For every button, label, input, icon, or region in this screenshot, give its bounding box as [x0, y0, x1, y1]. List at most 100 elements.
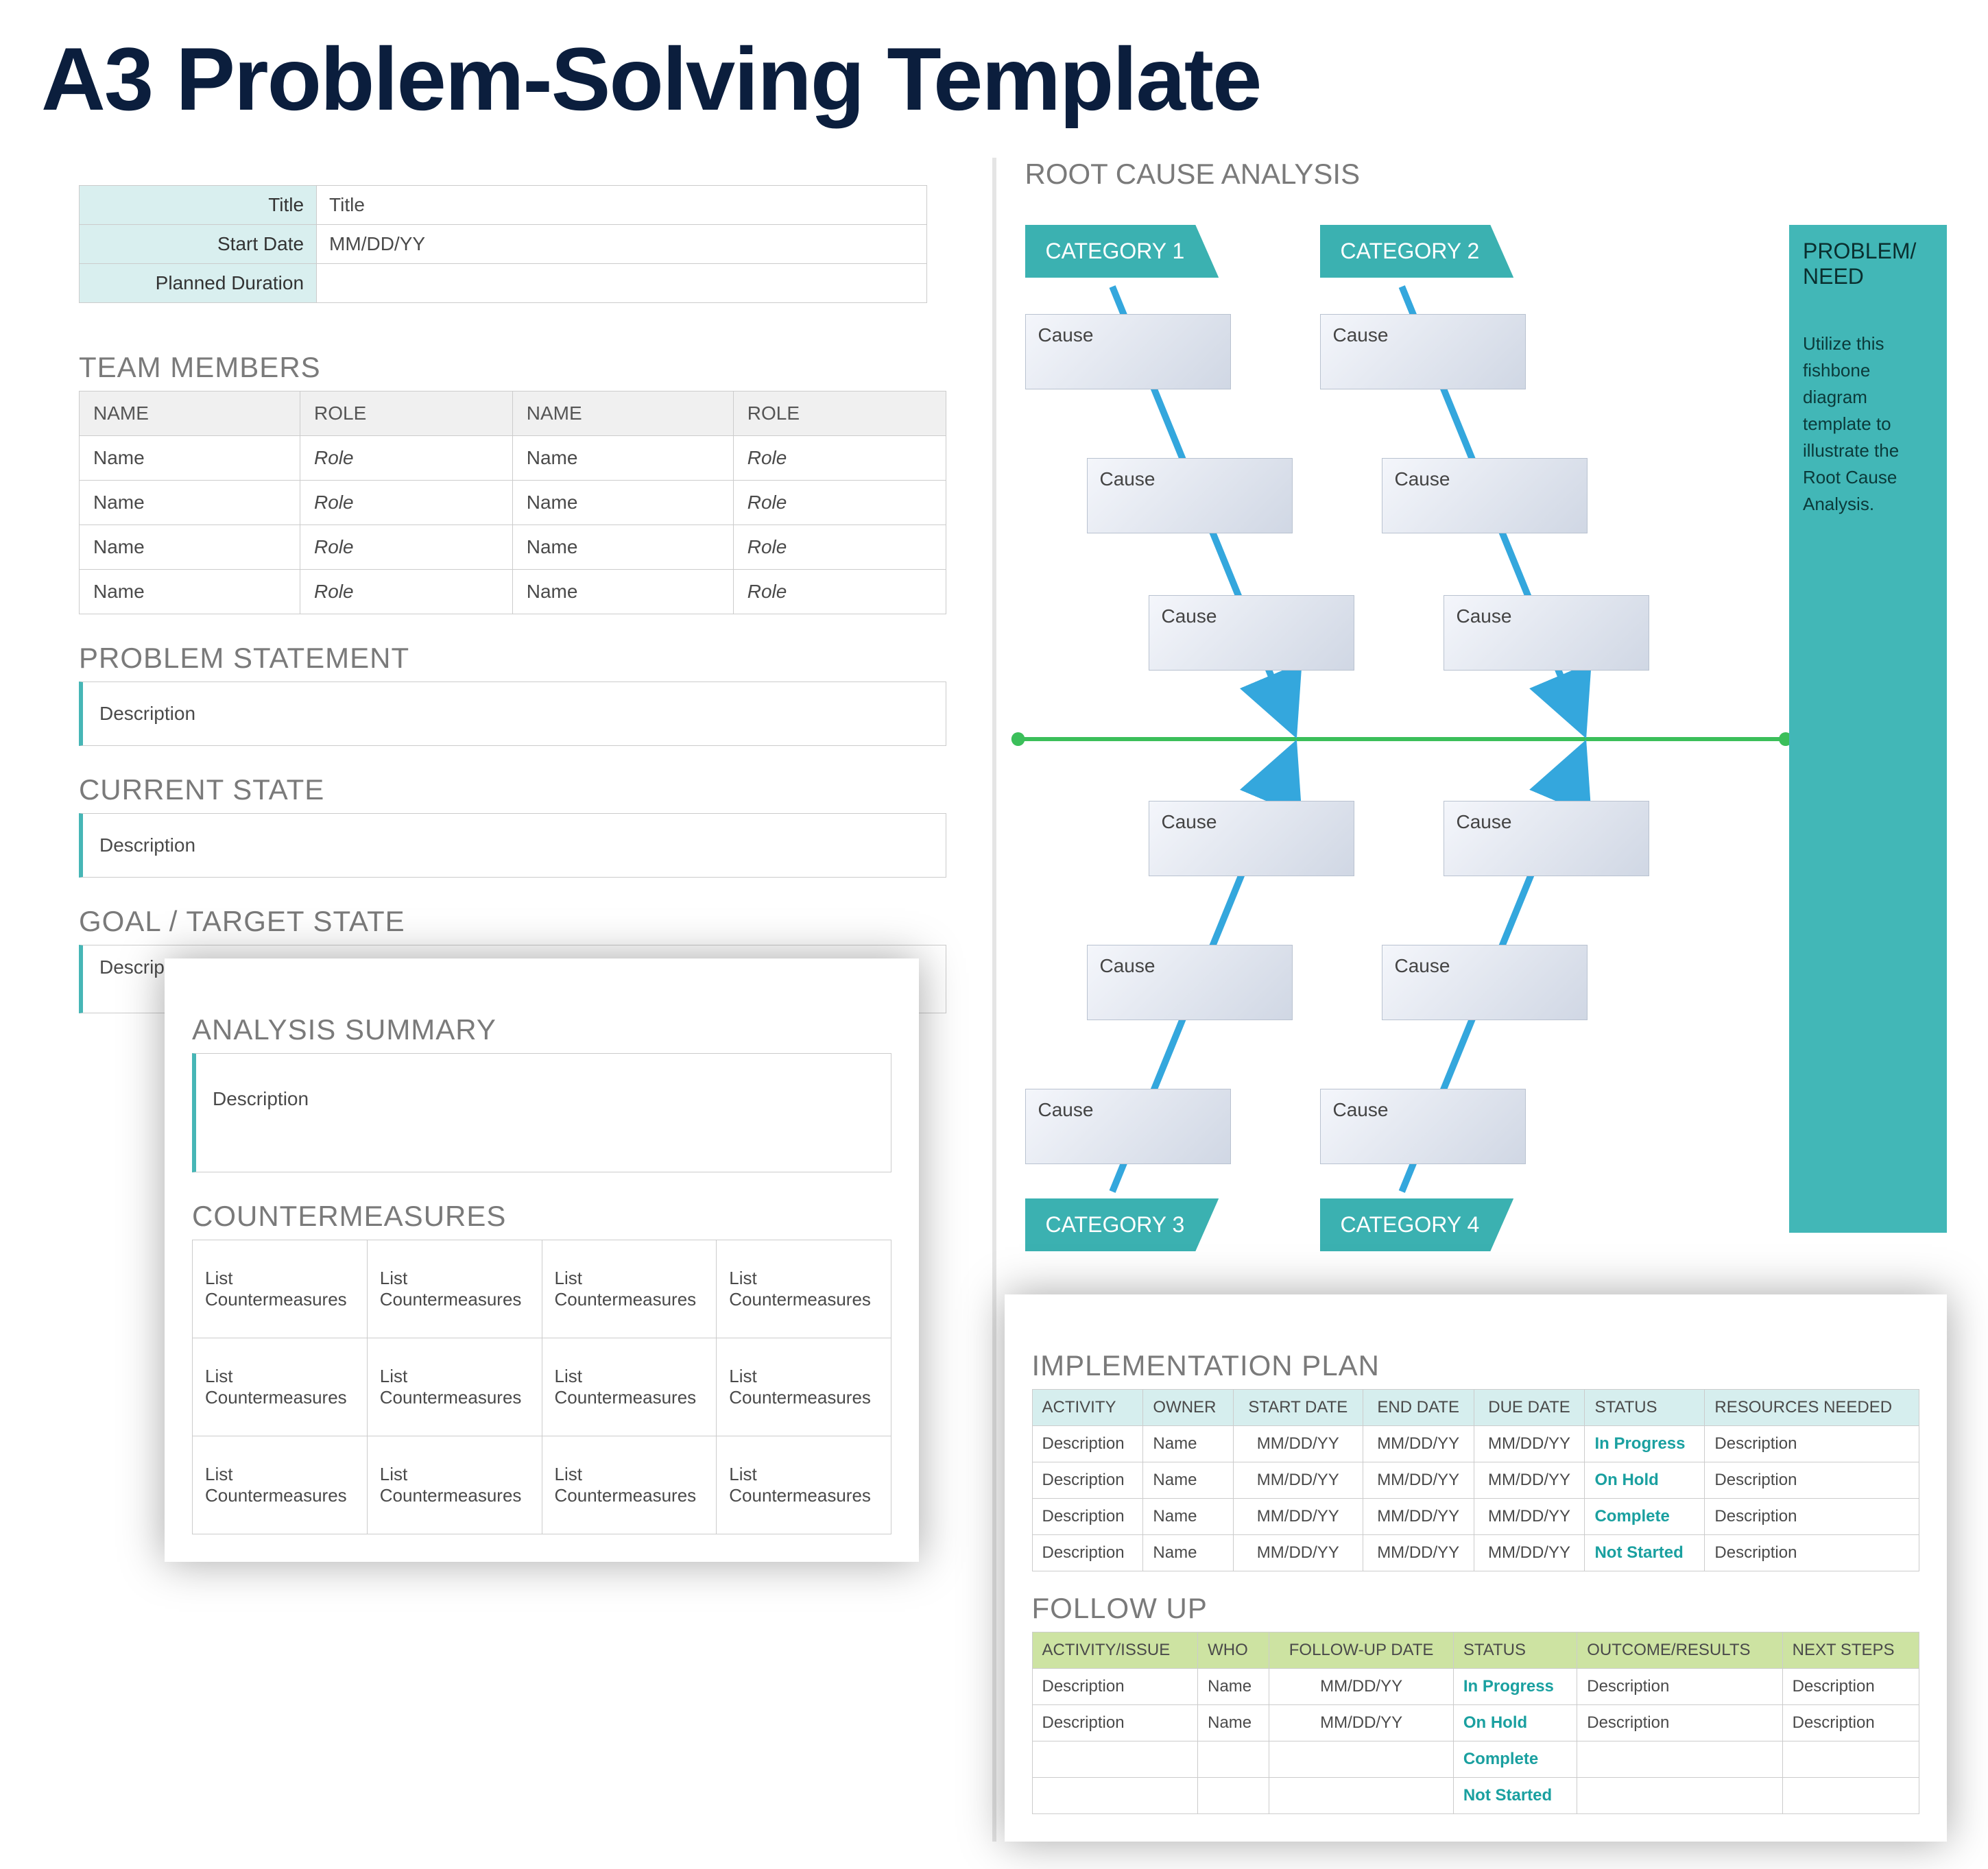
impl-cell[interactable]: Name: [1143, 1499, 1233, 1535]
impl-cell[interactable]: MM/DD/YY: [1363, 1535, 1474, 1571]
impl-cell[interactable]: Description: [1032, 1462, 1143, 1499]
rca-cause-box[interactable]: Cause: [1087, 945, 1293, 1020]
followup-cell[interactable]: [1198, 1741, 1269, 1778]
team-name-cell[interactable]: Name: [79, 525, 300, 570]
impl-cell[interactable]: Description: [1032, 1499, 1143, 1535]
rca-cause-box[interactable]: Cause: [1149, 595, 1354, 671]
rca-category-3[interactable]: CATEGORY 3: [1025, 1198, 1219, 1251]
impl-cell[interactable]: MM/DD/YY: [1363, 1499, 1474, 1535]
followup-cell[interactable]: MM/DD/YY: [1269, 1669, 1454, 1705]
followup-status-cell[interactable]: Complete: [1453, 1741, 1577, 1778]
impl-cell[interactable]: Description: [1032, 1426, 1143, 1462]
team-name-cell[interactable]: Name: [512, 525, 733, 570]
rca-cause-box[interactable]: Cause: [1087, 458, 1293, 533]
followup-cell[interactable]: [1782, 1741, 1919, 1778]
current-description[interactable]: Description: [79, 813, 946, 878]
countermeasure-cell[interactable]: List Countermeasures: [367, 1338, 542, 1436]
rca-cause-box[interactable]: Cause: [1444, 801, 1649, 876]
meta-start-value[interactable]: MM/DD/YY: [317, 225, 927, 264]
rca-cause-box[interactable]: Cause: [1320, 314, 1526, 389]
rca-cause-box[interactable]: Cause: [1444, 595, 1649, 671]
team-role-cell[interactable]: Role: [300, 481, 513, 525]
followup-cell[interactable]: Name: [1198, 1705, 1269, 1741]
followup-status-cell[interactable]: In Progress: [1453, 1669, 1577, 1705]
team-name-cell[interactable]: Name: [512, 436, 733, 481]
followup-cell[interactable]: [1269, 1741, 1454, 1778]
countermeasure-cell[interactable]: List Countermeasures: [717, 1436, 891, 1534]
followup-cell[interactable]: Description: [1782, 1705, 1919, 1741]
team-name-cell[interactable]: Name: [79, 436, 300, 481]
rca-category-1[interactable]: CATEGORY 1: [1025, 225, 1219, 278]
impl-cell[interactable]: Name: [1143, 1462, 1233, 1499]
followup-cell[interactable]: [1577, 1741, 1782, 1778]
impl-cell[interactable]: MM/DD/YY: [1363, 1462, 1474, 1499]
followup-cell[interactable]: Description: [1032, 1669, 1198, 1705]
followup-cell[interactable]: [1269, 1778, 1454, 1814]
rca-category-2[interactable]: CATEGORY 2: [1320, 225, 1514, 278]
impl-cell[interactable]: Description: [1032, 1535, 1143, 1571]
countermeasure-cell[interactable]: List Countermeasures: [193, 1436, 368, 1534]
team-name-cell[interactable]: Name: [79, 481, 300, 525]
countermeasure-cell[interactable]: List Countermeasures: [193, 1240, 368, 1338]
team-name-cell[interactable]: Name: [512, 570, 733, 614]
team-role-cell[interactable]: Role: [300, 570, 513, 614]
team-role-cell[interactable]: Role: [733, 525, 946, 570]
followup-cell[interactable]: Description: [1577, 1705, 1782, 1741]
impl-cell[interactable]: MM/DD/YY: [1474, 1462, 1585, 1499]
impl-cell[interactable]: Name: [1143, 1535, 1233, 1571]
impl-cell[interactable]: MM/DD/YY: [1474, 1499, 1585, 1535]
impl-cell[interactable]: MM/DD/YY: [1363, 1426, 1474, 1462]
countermeasure-cell[interactable]: List Countermeasures: [193, 1338, 368, 1436]
followup-cell[interactable]: Name: [1198, 1669, 1269, 1705]
rca-category-4[interactable]: CATEGORY 4: [1320, 1198, 1514, 1251]
team-role-cell[interactable]: Role: [300, 525, 513, 570]
impl-status-cell[interactable]: In Progress: [1585, 1426, 1705, 1462]
team-name-cell[interactable]: Name: [79, 570, 300, 614]
meta-duration-value[interactable]: [317, 264, 927, 303]
impl-cell[interactable]: MM/DD/YY: [1474, 1426, 1585, 1462]
countermeasure-cell[interactable]: List Countermeasures: [542, 1338, 717, 1436]
team-role-cell[interactable]: Role: [733, 481, 946, 525]
countermeasure-cell[interactable]: List Countermeasures: [717, 1240, 891, 1338]
impl-status-cell[interactable]: Complete: [1585, 1499, 1705, 1535]
rca-cause-box[interactable]: Cause: [1382, 945, 1588, 1020]
impl-cell[interactable]: MM/DD/YY: [1233, 1426, 1363, 1462]
followup-status-cell[interactable]: Not Started: [1453, 1778, 1577, 1814]
impl-cell[interactable]: Description: [1705, 1499, 1919, 1535]
team-role-cell[interactable]: Role: [733, 436, 946, 481]
followup-cell[interactable]: [1032, 1778, 1198, 1814]
impl-cell[interactable]: MM/DD/YY: [1233, 1462, 1363, 1499]
followup-cell[interactable]: Description: [1782, 1669, 1919, 1705]
countermeasure-cell[interactable]: List Countermeasures: [367, 1436, 542, 1534]
followup-cell[interactable]: [1577, 1778, 1782, 1814]
followup-status-cell[interactable]: On Hold: [1453, 1705, 1577, 1741]
followup-cell[interactable]: Description: [1032, 1705, 1198, 1741]
rca-cause-box[interactable]: Cause: [1025, 1089, 1231, 1164]
impl-status-cell[interactable]: Not Started: [1585, 1535, 1705, 1571]
followup-cell[interactable]: [1198, 1778, 1269, 1814]
followup-cell[interactable]: [1782, 1778, 1919, 1814]
impl-cell[interactable]: Description: [1705, 1462, 1919, 1499]
rca-cause-box[interactable]: Cause: [1320, 1089, 1526, 1164]
team-name-cell[interactable]: Name: [512, 481, 733, 525]
countermeasure-cell[interactable]: List Countermeasures: [367, 1240, 542, 1338]
impl-cell[interactable]: MM/DD/YY: [1233, 1499, 1363, 1535]
rca-cause-box[interactable]: Cause: [1382, 458, 1588, 533]
meta-title-value[interactable]: Title: [317, 186, 927, 225]
rca-cause-box[interactable]: Cause: [1025, 314, 1231, 389]
team-role-cell[interactable]: Role: [733, 570, 946, 614]
impl-status-cell[interactable]: On Hold: [1585, 1462, 1705, 1499]
impl-cell[interactable]: MM/DD/YY: [1474, 1535, 1585, 1571]
rca-cause-box[interactable]: Cause: [1149, 801, 1354, 876]
impl-cell[interactable]: Description: [1705, 1426, 1919, 1462]
followup-cell[interactable]: Description: [1577, 1669, 1782, 1705]
impl-cell[interactable]: Description: [1705, 1535, 1919, 1571]
countermeasure-cell[interactable]: List Countermeasures: [542, 1436, 717, 1534]
followup-cell[interactable]: MM/DD/YY: [1269, 1705, 1454, 1741]
countermeasure-cell[interactable]: List Countermeasures: [542, 1240, 717, 1338]
problem-description[interactable]: Description: [79, 682, 946, 746]
followup-cell[interactable]: [1032, 1741, 1198, 1778]
countermeasure-cell[interactable]: List Countermeasures: [717, 1338, 891, 1436]
analysis-description[interactable]: Description: [192, 1053, 891, 1172]
impl-cell[interactable]: MM/DD/YY: [1233, 1535, 1363, 1571]
